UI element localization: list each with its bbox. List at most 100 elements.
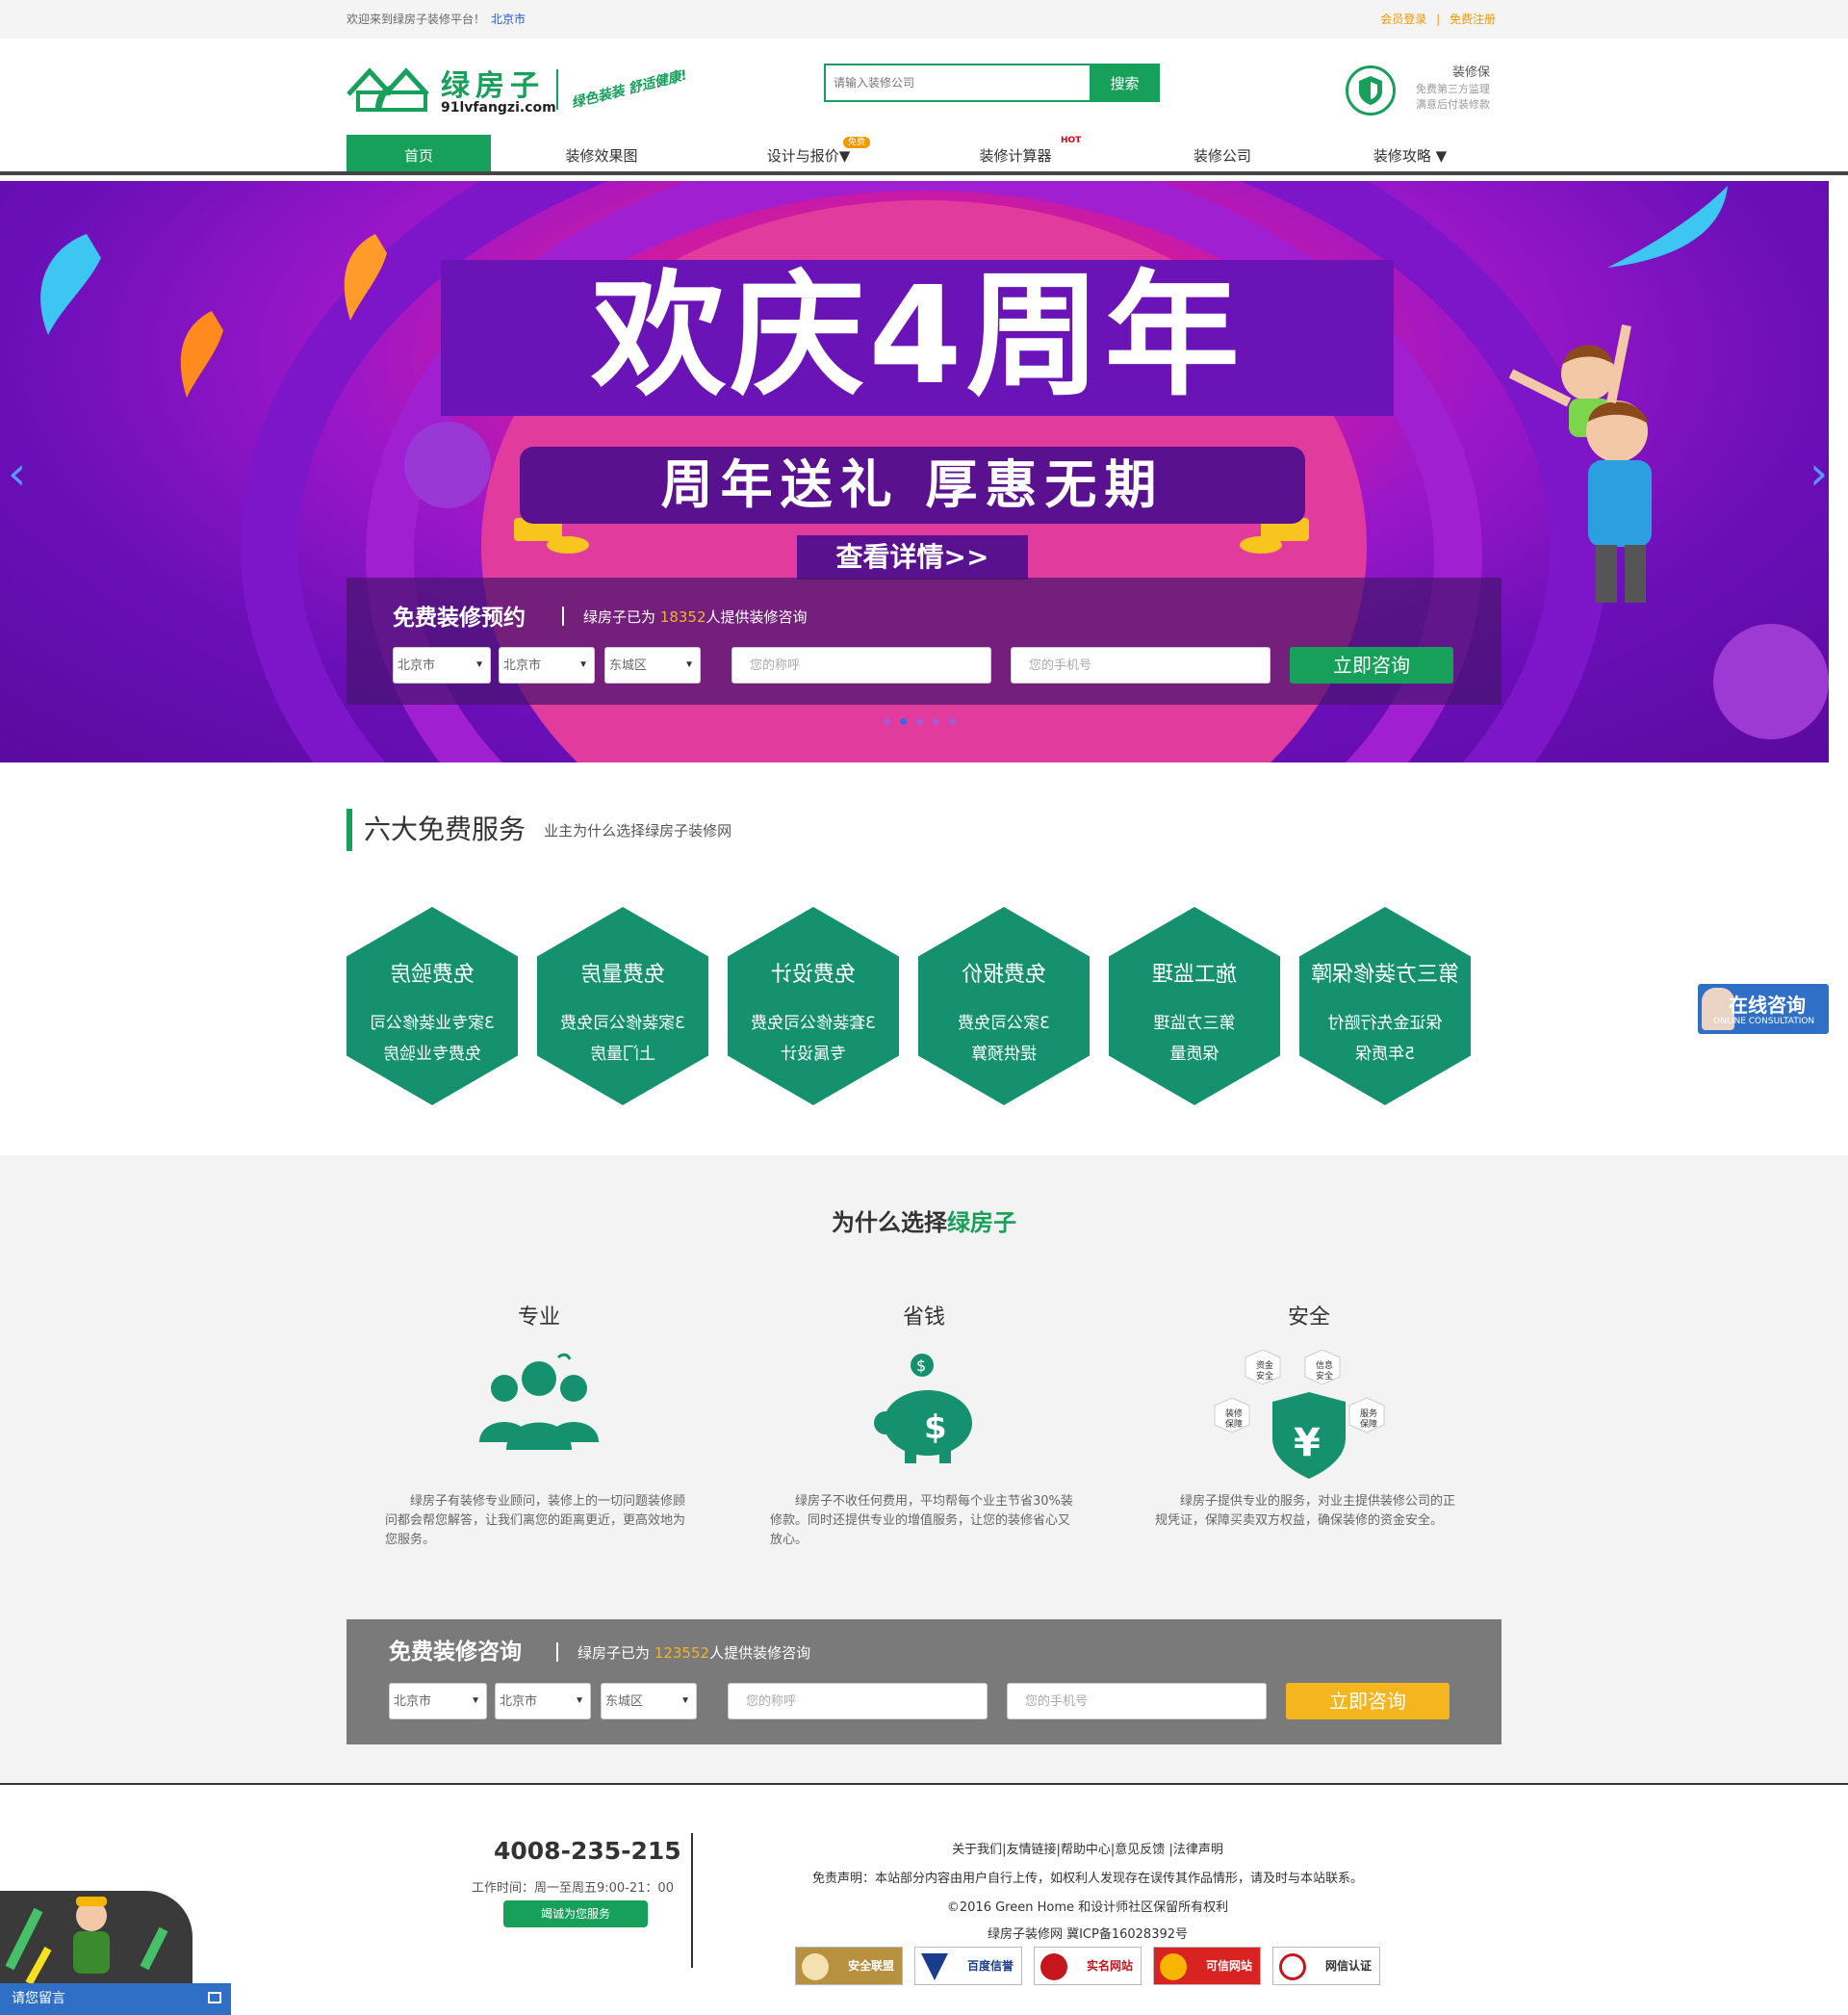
why-section: 为什么选择绿房子 专业 绿房子有装修专业顾问，装修上的一切问题装修顾问都会帮您解… bbox=[0, 1155, 1848, 1783]
service-card[interactable]: 免费设计 3套装修公司免费 专属设计 bbox=[728, 907, 899, 1105]
city-select[interactable]: 北京市 ▼ bbox=[499, 647, 595, 684]
nav-design-quote[interactable]: 设计与报价▼ 免费 bbox=[712, 135, 905, 171]
carousel-dot[interactable] bbox=[933, 718, 939, 725]
guarantee-badge[interactable]: 装修保 免费第三方监理 满意后付装修款 bbox=[1346, 62, 1490, 116]
prev-arrow-icon[interactable]: ‹ bbox=[8, 447, 26, 501]
cert-badge[interactable]: 百度信誉 bbox=[914, 1947, 1022, 1985]
piggy-bank-icon: $ $ bbox=[874, 1354, 972, 1463]
family-illustration-icon bbox=[1508, 324, 1652, 603]
banner-cta[interactable]: 查看详情>> bbox=[797, 535, 1028, 580]
serve-button[interactable]: 竭诚为您服务 bbox=[503, 1900, 648, 1927]
service-desc: 3家装修公司免费 bbox=[560, 1014, 685, 1033]
nav-label: 设计与报价▼ bbox=[766, 147, 851, 165]
service-desc: 上门量房 bbox=[590, 1045, 655, 1064]
online-consult-float[interactable]: 在线咨询 ONLINE CONSULTATION bbox=[1698, 984, 1829, 1034]
register-link[interactable]: 免费注册 bbox=[1450, 13, 1496, 26]
footer-links[interactable]: 关于我们|友情链接|帮助中心|意见反馈 |法律声明 bbox=[732, 1839, 1444, 1857]
cert-badge[interactable]: 实名网站 bbox=[1034, 1947, 1142, 1985]
city-switch[interactable]: 北京市 bbox=[491, 13, 526, 26]
consult-title: 免费装修咨询 bbox=[389, 1640, 522, 1665]
cert-label: 实名网站 bbox=[1086, 1959, 1133, 1973]
worker-mascot[interactable] bbox=[0, 1891, 192, 1983]
desc-suffix: 人提供装修咨询 bbox=[709, 1644, 811, 1662]
carousel-dot[interactable] bbox=[884, 718, 890, 725]
nav-label: 装修公司 bbox=[1193, 147, 1251, 165]
nav-home[interactable]: 首页 bbox=[346, 135, 491, 171]
caret-down-icon: ▼ bbox=[471, 1695, 480, 1706]
district-select[interactable]: 东城区 ▼ bbox=[601, 1683, 697, 1719]
nav-label: 首页 bbox=[403, 147, 433, 165]
name-input[interactable]: 您的称呼 bbox=[732, 647, 991, 684]
nav-guide[interactable]: 装修攻略 ▼ bbox=[1319, 135, 1502, 171]
desc-prefix: 绿房子已为 bbox=[578, 1644, 651, 1662]
guarantee-line2: 满意后付装修款 bbox=[1416, 98, 1490, 111]
why-col-safe: 安全 ¥ 资金安全 信息安全 装修保障 服务保障 绿房子提供专业的服务，对业主提… bbox=[1155, 1300, 1463, 1528]
logo-slogan: 绿色装装 舒适健康! bbox=[570, 67, 689, 112]
district-select[interactable]: 东城区 ▼ bbox=[604, 647, 701, 684]
province-select[interactable]: 北京市 ▼ bbox=[389, 1683, 487, 1719]
booking-submit-button[interactable]: 立即咨询 bbox=[1290, 647, 1453, 684]
carousel-dot[interactable] bbox=[916, 718, 923, 725]
seal-icon bbox=[1040, 1953, 1067, 1980]
icp-record[interactable]: 绿房子装修网 冀ICP备16028392号 bbox=[732, 1924, 1444, 1942]
main-nav: 首页 装修效果图 设计与报价▼ 免费 装修计算器 HOT 装修公司 装修攻略 ▼ bbox=[0, 135, 1848, 175]
logo-domain: 91lvfangzi.com bbox=[441, 100, 556, 116]
banner-subtitle: 周年送礼 厚惠无期 bbox=[660, 454, 1165, 515]
select-value: 北京市 bbox=[500, 1693, 538, 1708]
logo[interactable]: 绿房子 91lvfangzi.com 绿色装装 舒适健康! bbox=[346, 60, 722, 117]
carousel-dot[interactable] bbox=[900, 718, 907, 725]
divider bbox=[556, 1642, 558, 1662]
service-card[interactable]: 施工监理 第三方监理 保质量 bbox=[1109, 907, 1280, 1105]
select-value: 北京市 bbox=[398, 658, 436, 672]
nav-label: 装修攻略 ▼ bbox=[1373, 147, 1448, 165]
tag-fund-safe: 资金安全 bbox=[1255, 1361, 1273, 1382]
service-card[interactable]: 第三方装修保障 保证金先行赔付 5年质保 bbox=[1299, 907, 1471, 1105]
caret-down-icon: ▼ bbox=[680, 1695, 690, 1706]
free-badge: 免费 bbox=[843, 137, 871, 148]
nav-companies[interactable]: 装修公司 bbox=[1126, 135, 1319, 171]
phone-input[interactable]: 您的手机号 bbox=[1007, 1683, 1267, 1719]
phone-input[interactable]: 您的手机号 bbox=[1011, 647, 1270, 684]
next-arrow-icon[interactable]: › bbox=[1810, 447, 1828, 501]
province-select[interactable]: 北京市 ▼ bbox=[393, 647, 491, 684]
consult-submit-button[interactable]: 立即咨询 bbox=[1286, 1683, 1450, 1719]
cert-badge[interactable]: 可信网站 bbox=[1153, 1947, 1261, 1985]
paint-drop-icon bbox=[40, 234, 101, 335]
tag-info-safe: 信息安全 bbox=[1315, 1361, 1333, 1382]
hero-banner[interactable]: 欢庆4周年 周年送礼 厚惠无期 查看详情>> ‹ › 免费装修预约 绿房子已为 … bbox=[0, 181, 1829, 762]
logo-name: 绿房子 bbox=[441, 69, 545, 103]
caret-down-icon: ▼ bbox=[578, 659, 588, 670]
name-input[interactable]: 您的称呼 bbox=[728, 1683, 988, 1719]
service-desc: 专属设计 bbox=[781, 1045, 846, 1064]
service-card[interactable]: 免费报价 3家公司免费 提供预算 bbox=[918, 907, 1090, 1105]
why-col-title: 安全 bbox=[1287, 1305, 1330, 1330]
footer-vline bbox=[691, 1833, 693, 1968]
guarantee-title: 装修保 bbox=[1451, 65, 1490, 80]
service-card[interactable]: 免费验房 3家专业装修公司 免费专业验房 bbox=[346, 907, 518, 1105]
login-link[interactable]: 会员登录 bbox=[1380, 13, 1426, 26]
select-value: 北京市 bbox=[394, 1693, 432, 1708]
minimize-icon[interactable] bbox=[208, 1992, 221, 2003]
carousel-dot[interactable] bbox=[949, 718, 956, 725]
search-input[interactable] bbox=[824, 64, 1091, 102]
service-card[interactable]: 免费量房 3家装修公司免费 上门量房 bbox=[537, 907, 708, 1105]
worker-mascot-icon bbox=[5, 1897, 168, 1983]
why-col-title: 省钱 bbox=[902, 1305, 945, 1330]
why-col-title: 专业 bbox=[517, 1305, 560, 1330]
consult-panel: 免费装修咨询 绿房子已为 123552人提供装修咨询 北京市 ▼ 北京市 ▼ 东城区… bbox=[346, 1619, 1502, 1744]
service-desc: 保证金先行赔付 bbox=[1327, 1014, 1443, 1033]
search-button[interactable]: 搜索 bbox=[1090, 64, 1160, 102]
online-consult-label: 在线咨询 bbox=[1729, 994, 1806, 1017]
leave-message-bar[interactable]: 请您留言 bbox=[0, 1983, 231, 2015]
nav-gallery[interactable]: 装修效果图 bbox=[491, 135, 712, 171]
top-bar: 欢迎来到绿房子装修平台！ 北京市 会员登录 | 免费注册 bbox=[0, 0, 1848, 39]
cert-badge[interactable]: 安全联盟 bbox=[795, 1947, 903, 1985]
city-select[interactable]: 北京市 ▼ bbox=[495, 1683, 591, 1719]
service-desc: 保质量 bbox=[1169, 1045, 1219, 1064]
tag-decor-safe: 装修保障 bbox=[1224, 1409, 1243, 1430]
select-value: 东城区 bbox=[605, 1693, 644, 1708]
cert-badge[interactable]: 网信认证 bbox=[1272, 1947, 1380, 1985]
copyright: ©2016 Green Home 和设计师社区保留所有权利 bbox=[946, 1900, 1229, 1915]
consult-desc: 绿房子已为 123552人提供装修咨询 bbox=[578, 1642, 810, 1663]
nav-calculator[interactable]: 装修计算器 HOT bbox=[905, 135, 1126, 171]
